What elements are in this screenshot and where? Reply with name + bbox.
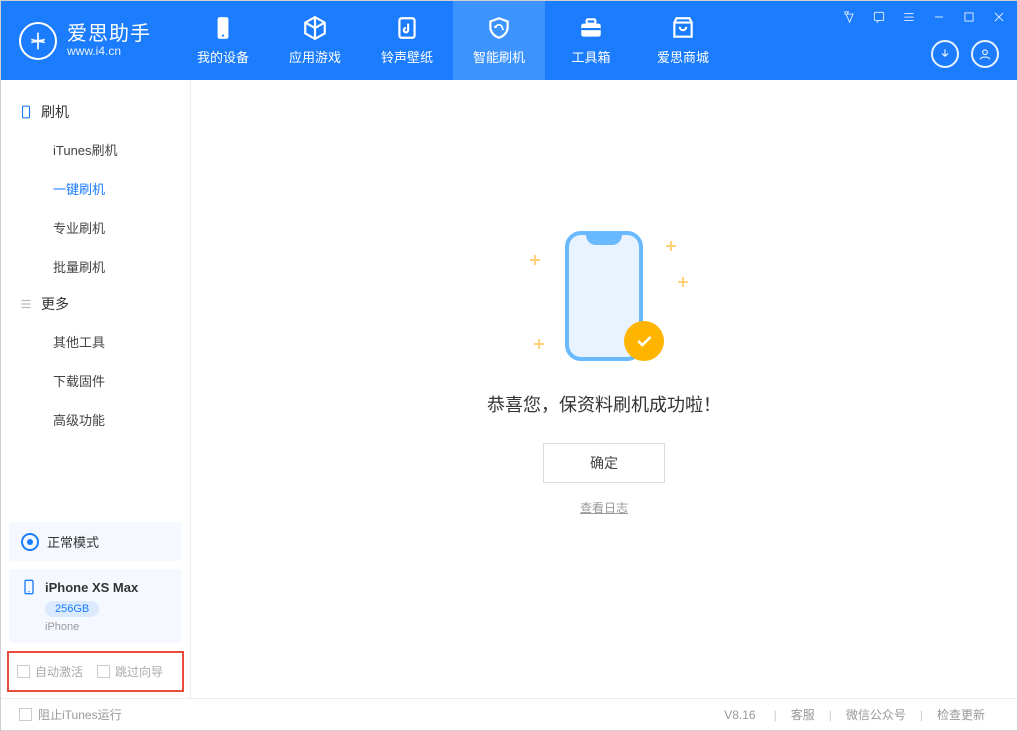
device-name: iPhone XS Max bbox=[45, 580, 138, 595]
mode-label: 正常模式 bbox=[47, 532, 99, 551]
success-panel: 恭喜您，保资料刷机成功啦！ 确定 查看日志 bbox=[487, 223, 721, 516]
window-controls bbox=[841, 9, 1007, 25]
mode-icon bbox=[21, 533, 39, 551]
music-file-icon bbox=[394, 15, 420, 41]
menu-icon[interactable] bbox=[901, 9, 917, 25]
app-url: www.i4.cn bbox=[67, 45, 151, 58]
ok-button[interactable]: 确定 bbox=[543, 443, 665, 483]
mode-card[interactable]: 正常模式 bbox=[9, 522, 182, 561]
tab-store[interactable]: 爱思商城 bbox=[637, 1, 729, 80]
footer-link-wechat[interactable]: 微信公众号 bbox=[846, 706, 906, 723]
sparkle-icon bbox=[678, 277, 688, 287]
list-icon bbox=[19, 297, 33, 311]
logo-area: 爱思助手 www.i4.cn bbox=[1, 22, 169, 60]
checkbox-icon bbox=[97, 665, 110, 678]
app-name: 爱思助手 bbox=[67, 23, 151, 45]
success-illustration bbox=[514, 223, 694, 373]
checkmark-badge-icon bbox=[624, 321, 664, 361]
sidebar-item-oneclick-flash[interactable]: 一键刷机 bbox=[1, 169, 190, 208]
header-right-circles bbox=[931, 40, 999, 68]
view-log-link[interactable]: 查看日志 bbox=[580, 499, 628, 516]
phone-outline-icon bbox=[19, 105, 33, 119]
sidebar-section-flash: 刷机 bbox=[1, 94, 190, 130]
sidebar-item-pro-flash[interactable]: 专业刷机 bbox=[1, 208, 190, 247]
sidebar-item-advanced[interactable]: 高级功能 bbox=[1, 400, 190, 439]
refresh-shield-icon bbox=[486, 15, 512, 41]
device-type: iPhone bbox=[45, 621, 170, 633]
version-label: V8.16 bbox=[724, 708, 755, 722]
tab-apps-games[interactable]: 应用游戏 bbox=[269, 1, 361, 80]
checkbox-block-itunes[interactable]: 阻止iTunes运行 bbox=[19, 706, 122, 723]
checkbox-skip-guide[interactable]: 跳过向导 bbox=[97, 663, 163, 680]
store-icon bbox=[670, 15, 696, 41]
sparkle-icon bbox=[666, 241, 676, 251]
user-icon[interactable] bbox=[971, 40, 999, 68]
maximize-icon[interactable] bbox=[961, 9, 977, 25]
app-header: 爱思助手 www.i4.cn 我的设备 应用游戏 铃声壁纸 智能刷机 工具箱 爱… bbox=[1, 1, 1017, 80]
highlighted-checkbox-row: 自动激活 跳过向导 bbox=[7, 651, 184, 692]
checkbox-auto-activate[interactable]: 自动激活 bbox=[17, 663, 83, 680]
close-icon[interactable] bbox=[991, 9, 1007, 25]
tab-ringtones[interactable]: 铃声壁纸 bbox=[361, 1, 453, 80]
checkbox-icon bbox=[17, 665, 30, 678]
tab-smart-flash[interactable]: 智能刷机 bbox=[453, 1, 545, 80]
cube-icon bbox=[302, 15, 328, 41]
device-icon bbox=[210, 15, 236, 41]
device-capacity: 256GB bbox=[45, 601, 99, 617]
sidebar-item-itunes-flash[interactable]: iTunes刷机 bbox=[1, 130, 190, 169]
device-card[interactable]: iPhone XS Max 256GB iPhone bbox=[9, 569, 182, 643]
tab-toolbox[interactable]: 工具箱 bbox=[545, 1, 637, 80]
theme-icon[interactable] bbox=[841, 9, 857, 25]
sparkle-icon bbox=[530, 255, 540, 265]
sidebar-section-more: 更多 bbox=[1, 286, 190, 322]
sparkle-icon bbox=[534, 339, 544, 349]
toolbox-icon bbox=[578, 15, 604, 41]
feedback-icon[interactable] bbox=[871, 9, 887, 25]
main-content: 恭喜您，保资料刷机成功啦！ 确定 查看日志 bbox=[191, 80, 1017, 698]
sidebar-item-download-fw[interactable]: 下载固件 bbox=[1, 361, 190, 400]
tab-my-device[interactable]: 我的设备 bbox=[177, 1, 269, 80]
success-message: 恭喜您，保资料刷机成功啦！ bbox=[487, 391, 721, 417]
footer-link-update[interactable]: 检查更新 bbox=[937, 706, 985, 723]
device-phone-icon bbox=[21, 579, 37, 595]
sidebar-item-batch-flash[interactable]: 批量刷机 bbox=[1, 247, 190, 286]
nav-tabs: 我的设备 应用游戏 铃声壁纸 智能刷机 工具箱 爱思商城 bbox=[177, 1, 729, 80]
download-icon[interactable] bbox=[931, 40, 959, 68]
sidebar-item-other-tools[interactable]: 其他工具 bbox=[1, 322, 190, 361]
footer-link-service[interactable]: 客服 bbox=[791, 706, 815, 723]
footer: 阻止iTunes运行 V8.16 | 客服 | 微信公众号 | 检查更新 bbox=[1, 698, 1017, 730]
sidebar: 刷机 iTunes刷机 一键刷机 专业刷机 批量刷机 更多 其他工具 下载固件 … bbox=[1, 80, 191, 698]
checkbox-icon bbox=[19, 708, 32, 721]
app-logo-icon bbox=[19, 22, 57, 60]
minimize-icon[interactable] bbox=[931, 9, 947, 25]
